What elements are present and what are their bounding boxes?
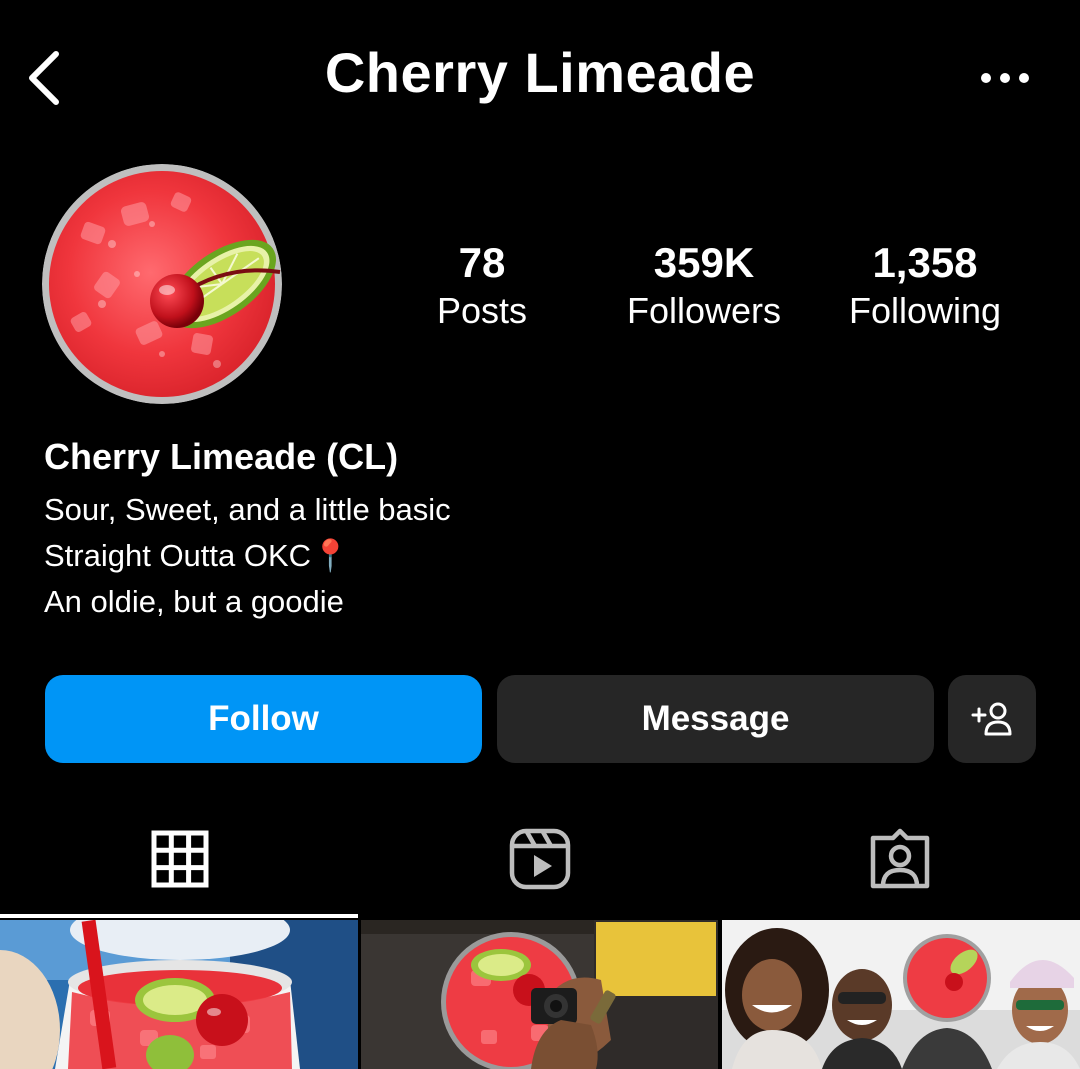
tab-reels[interactable] bbox=[360, 800, 720, 918]
top-bar: Cherry Limeade bbox=[0, 0, 1080, 150]
cherry-limeade-avatar-image bbox=[42, 164, 282, 404]
avatar[interactable] bbox=[42, 164, 282, 404]
followers-count-value: 359K bbox=[653, 239, 755, 286]
page-title: Cherry Limeade bbox=[324, 41, 756, 104]
posts-count[interactable]: 78 Posts bbox=[372, 238, 592, 334]
tagged-person-icon bbox=[870, 828, 930, 889]
more-horizontal-icon bbox=[981, 73, 991, 83]
tab-posts[interactable] bbox=[0, 800, 360, 918]
bio-line: An oldie, but a goodie bbox=[44, 584, 344, 619]
post-image bbox=[0, 920, 358, 1069]
message-button[interactable]: Message bbox=[497, 675, 934, 763]
following-count-value: 1,358 bbox=[872, 239, 978, 286]
followers-count-label: Followers bbox=[626, 290, 782, 331]
post-image bbox=[361, 920, 718, 1069]
following-count-label: Following bbox=[848, 290, 1002, 331]
display-name: Cherry Limeade (CL) bbox=[44, 436, 399, 477]
profile-tabs bbox=[0, 800, 1080, 918]
tab-tagged[interactable] bbox=[720, 800, 1080, 918]
posts-count-label: Posts bbox=[436, 290, 528, 331]
bio-line: Sour, Sweet, and a little basic bbox=[44, 492, 451, 527]
add-user-button[interactable] bbox=[948, 675, 1036, 763]
followers-count[interactable]: 359K Followers bbox=[594, 238, 814, 334]
profile-bio: Cherry Limeade (CL) Sour, Sweet, and a l… bbox=[44, 433, 944, 625]
bio-line: Straight Outta OKC📍 bbox=[44, 538, 350, 573]
following-count[interactable]: 1,358 Following bbox=[815, 238, 1035, 334]
active-tab-indicator bbox=[0, 914, 358, 918]
add-user-icon bbox=[971, 702, 1012, 736]
post-thumbnail[interactable] bbox=[0, 920, 358, 1069]
post-thumbnail[interactable] bbox=[722, 920, 1080, 1069]
grid-icon bbox=[151, 830, 209, 888]
post-image bbox=[722, 920, 1080, 1069]
reels-icon bbox=[509, 828, 571, 890]
follow-button[interactable]: Follow bbox=[45, 675, 482, 763]
more-options-button[interactable] bbox=[972, 64, 1038, 92]
post-thumbnail[interactable] bbox=[361, 920, 718, 1069]
post-grid bbox=[0, 920, 1080, 1069]
more-horizontal-icon bbox=[1019, 73, 1029, 83]
posts-count-value: 78 bbox=[458, 239, 506, 286]
more-horizontal-icon bbox=[1000, 73, 1010, 83]
